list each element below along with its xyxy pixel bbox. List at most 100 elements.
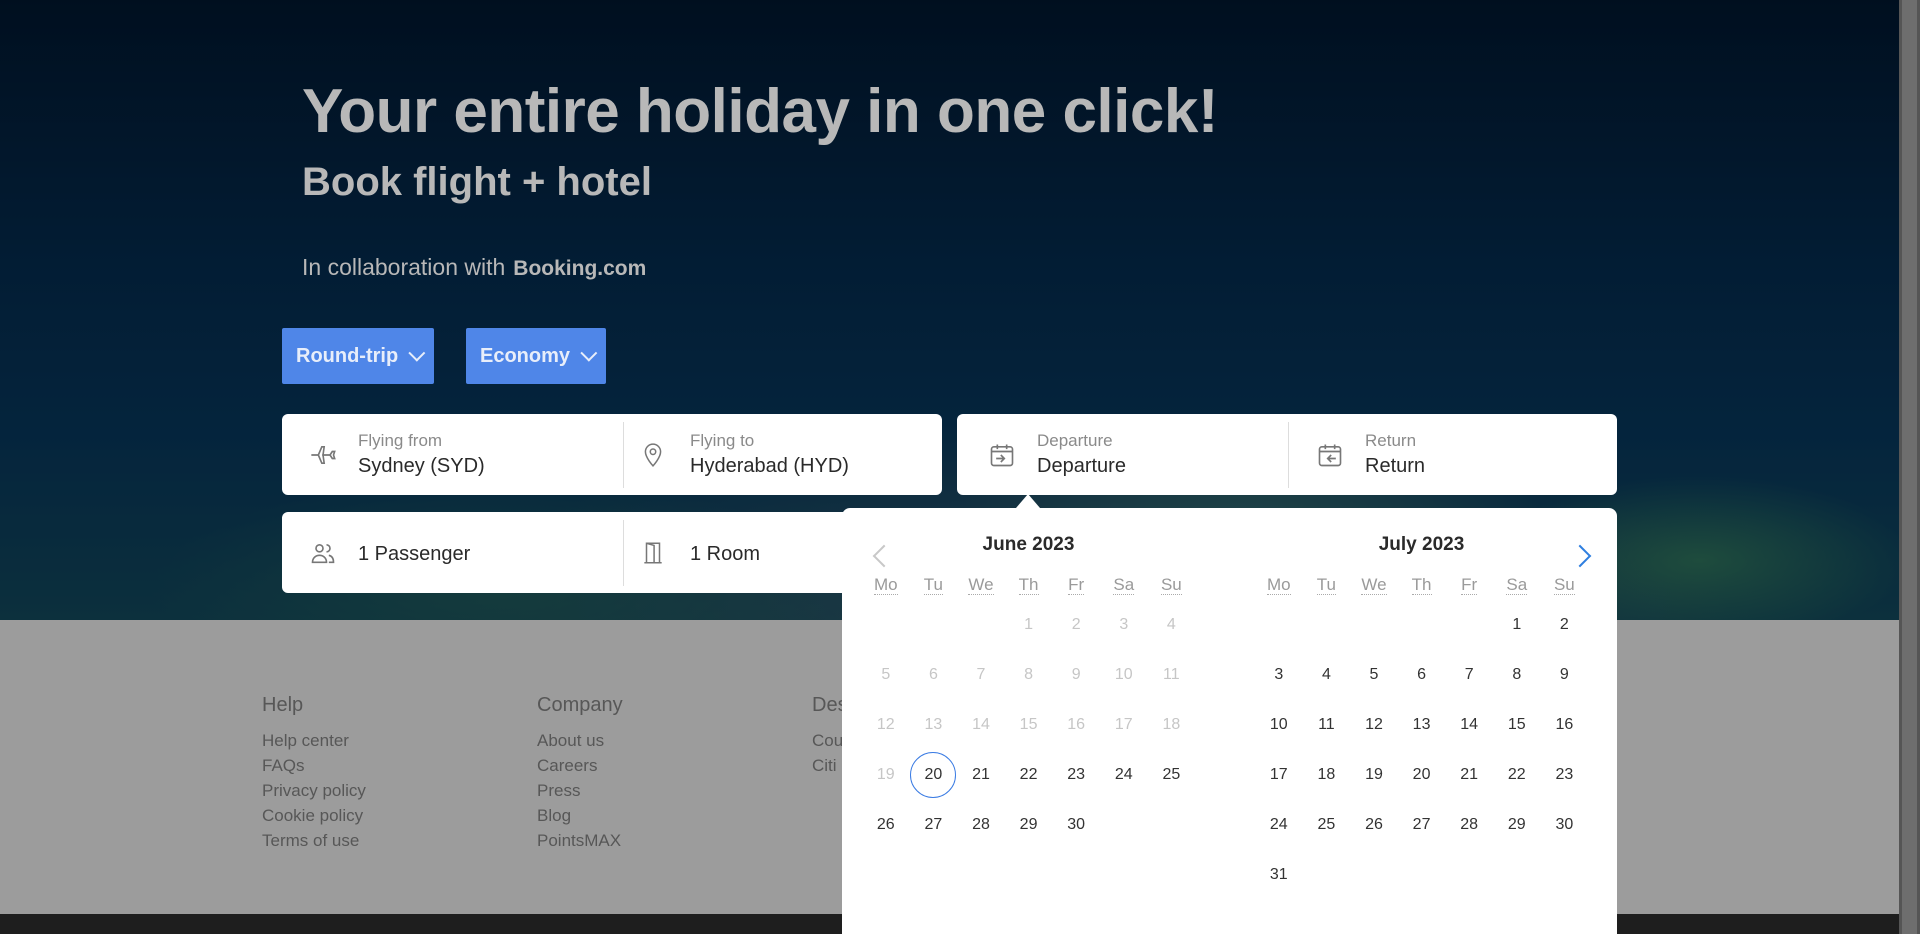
month-title: July 2023 xyxy=(1378,534,1465,555)
departure-value: Departure xyxy=(1037,455,1126,477)
trip-type-dropdown[interactable]: Round-trip xyxy=(282,328,435,384)
flying-from-field[interactable]: Flying from Sydney (SYD) xyxy=(308,414,608,495)
calendar-day: 14 xyxy=(972,716,990,733)
calendar-day[interactable]: 19 xyxy=(1350,750,1398,800)
footer-link[interactable]: Press xyxy=(537,781,623,806)
calendar-day[interactable]: 28 xyxy=(957,800,1005,850)
calendar-return-icon xyxy=(1315,440,1345,470)
passengers-icon xyxy=(308,538,338,568)
calendar-day[interactable]: 18 xyxy=(1303,750,1351,800)
departure-field[interactable]: Departure Departure xyxy=(987,414,1277,495)
month-grid: Mo Tu We Th Fr Sa Su 1 2 3 4 5 6 7 8 9 10 11 12 13 14 15 16 17 1… xyxy=(862,564,1195,850)
flying-to-value: Hyderabad (HYD) xyxy=(690,455,849,477)
location-pin-icon xyxy=(638,440,668,470)
calendar-day: 6 xyxy=(928,666,938,683)
calendar-day: 8 xyxy=(1024,666,1034,683)
weekday-label: Tu xyxy=(923,575,943,595)
calendar-day[interactable]: 15 xyxy=(1493,700,1541,750)
scrollbar-thumb[interactable] xyxy=(1902,0,1917,934)
weekday-label: Th xyxy=(1411,575,1432,595)
trip-type-label: Round-trip xyxy=(296,344,399,367)
calendar-day[interactable]: 29 xyxy=(1005,800,1053,850)
calendar-day[interactable]: 20 xyxy=(1398,750,1446,800)
page-scrollbar[interactable] xyxy=(1899,0,1920,934)
calendar-day[interactable]: 31 xyxy=(1255,850,1303,900)
calendar-day[interactable]: 27 xyxy=(910,800,958,850)
calendar-day[interactable]: 29 xyxy=(1493,800,1541,850)
calendar-day[interactable]: 26 xyxy=(1350,800,1398,850)
calendar-day: 17 xyxy=(1114,716,1133,733)
calendar-day[interactable]: 8 xyxy=(1493,650,1541,700)
weekday-label: Sa xyxy=(1113,575,1135,595)
calendar-day[interactable]: 16 xyxy=(1541,700,1589,750)
weekday-label: We xyxy=(968,575,994,595)
calendar-day[interactable]: 1 xyxy=(1493,600,1541,650)
footer-column: Company About us Careers Press Blog PointsMAX xyxy=(537,694,623,856)
calendar-day[interactable]: 28 xyxy=(1445,800,1493,850)
footer-link[interactable]: Cookie policy xyxy=(262,806,366,831)
footer-link[interactable]: Blog xyxy=(537,806,623,831)
calendar-day: 3 xyxy=(1119,616,1129,633)
footer-link[interactable]: Privacy policy xyxy=(262,781,366,806)
calendar-day[interactable]: 30 xyxy=(1052,800,1100,850)
weekday-label: Su xyxy=(1160,575,1182,595)
empty-day-cell xyxy=(1398,600,1446,650)
cabin-class-label: Economy xyxy=(480,344,571,367)
calendar-day[interactable]: 30 xyxy=(1541,800,1589,850)
calendar-day[interactable]: 9 xyxy=(1541,650,1589,700)
calendar-day[interactable]: 24 xyxy=(1100,750,1148,800)
cabin-class-dropdown[interactable]: Economy xyxy=(466,328,607,384)
calendar-day-today[interactable]: 20 xyxy=(910,750,958,800)
calendar-day[interactable]: 27 xyxy=(1398,800,1446,850)
empty-day-cell xyxy=(1303,600,1351,650)
calendar-day[interactable]: 23 xyxy=(1541,750,1589,800)
flying-to-label: Flying to xyxy=(690,431,755,450)
flying-to-field[interactable]: Flying to Hyderabad (HYD) xyxy=(638,414,928,495)
chevron-down-icon xyxy=(580,344,598,362)
calendar-day[interactable]: 26 xyxy=(862,800,910,850)
calendar-day[interactable]: 17 xyxy=(1255,750,1303,800)
dates-card: Departure Departure Return Return xyxy=(957,414,1617,495)
calendar-day[interactable]: 2 xyxy=(1541,600,1589,650)
calendar-day[interactable]: 11 xyxy=(1303,700,1351,750)
calendar-day: 12 xyxy=(876,716,895,733)
weekday-label: Su xyxy=(1553,575,1575,595)
empty-day-cell xyxy=(957,600,1005,650)
footer-link[interactable]: Terms of use xyxy=(262,831,366,856)
calendar-day[interactable]: 24 xyxy=(1255,800,1303,850)
calendar-day[interactable]: 25 xyxy=(1303,800,1351,850)
calendar-day[interactable]: 25 xyxy=(1148,750,1196,800)
booking-logo: Booking.com xyxy=(513,257,647,280)
hero-subheadline: Book flight + hotel xyxy=(302,160,652,204)
footer-column-title: Help xyxy=(262,694,304,716)
passengers-field[interactable]: 1 Passenger xyxy=(308,512,608,593)
calendar-day[interactable]: 13 xyxy=(1398,700,1446,750)
footer-link[interactable]: Help center xyxy=(262,731,366,756)
plane-icon xyxy=(308,440,338,470)
calendar-day[interactable]: 21 xyxy=(957,750,1005,800)
calendar-day[interactable]: 4 xyxy=(1303,650,1351,700)
empty-day-cell xyxy=(1255,600,1303,650)
return-field[interactable]: Return Return xyxy=(1315,414,1605,495)
hero-headline: Your entire holiday in one click! xyxy=(302,77,1218,146)
calendar-day[interactable]: 12 xyxy=(1350,700,1398,750)
route-card: Flying from Sydney (SYD) Flying to Hyder… xyxy=(282,414,942,495)
calendar-day[interactable]: 23 xyxy=(1052,750,1100,800)
calendar-day[interactable]: 22 xyxy=(1493,750,1541,800)
rooms-value: 1 Room xyxy=(690,543,761,565)
footer-link[interactable]: PointsMAX xyxy=(537,831,623,856)
calendar-day[interactable]: 3 xyxy=(1255,650,1303,700)
footer-link[interactable]: About us xyxy=(537,731,623,756)
weekday-label: Mo xyxy=(1266,575,1291,595)
calendar-day[interactable]: 5 xyxy=(1350,650,1398,700)
calendar-day[interactable]: 22 xyxy=(1005,750,1053,800)
calendar-day[interactable]: 6 xyxy=(1398,650,1446,700)
calendar-day[interactable]: 10 xyxy=(1255,700,1303,750)
calendar-day[interactable]: 14 xyxy=(1445,700,1493,750)
calendar-day: 13 xyxy=(924,716,943,733)
collaboration-text: In collaboration with xyxy=(302,254,506,280)
footer-link[interactable]: FAQs xyxy=(262,756,366,781)
footer-link[interactable]: Careers xyxy=(537,756,623,781)
calendar-day[interactable]: 7 xyxy=(1445,650,1493,700)
calendar-day[interactable]: 21 xyxy=(1445,750,1493,800)
